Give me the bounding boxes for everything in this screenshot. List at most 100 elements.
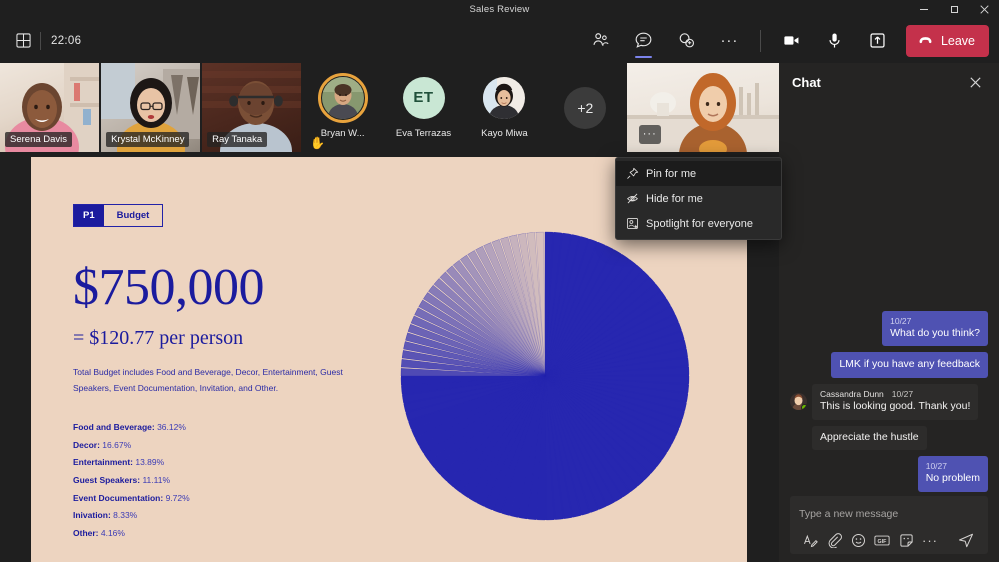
- chat-title: Chat: [792, 74, 821, 90]
- context-menu-item-label: Pin for me: [646, 167, 697, 180]
- video-tile-krystal-mckinney[interactable]: Krystal McKinney: [101, 63, 201, 152]
- context-menu-item-pin-for-me[interactable]: Pin for me: [616, 161, 781, 186]
- slide-description: Total Budget includes Food and Beverage,…: [73, 367, 343, 393]
- pin-icon: [626, 167, 646, 180]
- chat-message-outgoing[interactable]: LMK if you have any feedback: [831, 352, 988, 379]
- participant-tile-bryan-w[interactable]: ✋ Bryan W...: [303, 63, 383, 152]
- maximize-button[interactable]: [939, 0, 969, 18]
- format-icon[interactable]: [799, 530, 821, 550]
- overflow-participants-tile[interactable]: +2: [546, 63, 625, 152]
- share-screen-icon: [870, 33, 885, 48]
- chat-compose-box[interactable]: GIF ···: [790, 496, 988, 554]
- share-screen-button[interactable]: [861, 24, 894, 57]
- message-text: What do you think?: [890, 326, 980, 339]
- chat-button[interactable]: [627, 24, 660, 58]
- raised-hand-icon: ✋: [310, 136, 326, 150]
- overflow-count[interactable]: +2: [564, 86, 607, 129]
- paperclip-glyph: [828, 532, 842, 548]
- grid-icon: [15, 33, 31, 48]
- teams-meeting-window: Sales Review 22:06 ··· Leave Serena Davi…: [0, 0, 999, 562]
- chat-compose-tools: GIF ···: [799, 530, 979, 550]
- chat-message-input[interactable]: [799, 508, 979, 520]
- gif-icon[interactable]: GIF: [871, 530, 893, 550]
- emoji-icon[interactable]: [847, 530, 869, 550]
- chat-icon: [635, 32, 652, 48]
- chat-message-incoming[interactable]: Appreciate the hustle: [790, 425, 927, 451]
- minimize-button[interactable]: [909, 0, 939, 18]
- send-button[interactable]: [955, 530, 977, 550]
- legend-item-label: Other:: [73, 528, 99, 539]
- legend-item-value: 9.72%: [163, 492, 190, 503]
- legend-item-value: 13.89%: [132, 457, 165, 468]
- legend-item: Entertainment: 13.89%: [73, 454, 190, 472]
- attach-icon[interactable]: [823, 530, 845, 550]
- avatar-photo: [483, 76, 526, 119]
- participant-name-label: Kayo Miwa: [481, 127, 528, 139]
- chat-message-incoming[interactable]: Cassandra Dunn 10/27 This is looking good.…: [790, 384, 979, 420]
- message-timestamp: 10/27: [890, 315, 912, 326]
- gallery-layout-button[interactable]: [10, 28, 36, 54]
- pin-icon: [627, 167, 639, 179]
- presence-available-icon: [801, 404, 807, 411]
- camera-button[interactable]: [775, 24, 808, 57]
- context-menu-item-label: Hide for me: [646, 192, 703, 205]
- slide-page-badge: P1: [74, 205, 104, 226]
- svg-text:GIF: GIF: [878, 539, 888, 545]
- participants-button[interactable]: [584, 24, 617, 57]
- legend-item-label: Guest Speakers:: [73, 475, 141, 486]
- legend-item: Other: 4.16%: [73, 525, 190, 543]
- legend-item-label: Event Documentation:: [73, 492, 164, 503]
- legend-item-value: 8.33%: [110, 510, 138, 521]
- chat-panel: Chat 10/27 What do you think? LMK if you h…: [779, 63, 999, 562]
- legend-item: Food and Beverage: 36.12%: [73, 419, 190, 437]
- video-tile-ray-tanaka[interactable]: Ray Tanaka: [202, 63, 302, 152]
- title-bar: Sales Review: [0, 0, 999, 18]
- context-menu-item-spotlight-for-everyone[interactable]: Spotlight for everyone: [616, 211, 781, 236]
- tile-more-options-button[interactable]: ···: [638, 125, 661, 144]
- spotlight-icon: [627, 218, 638, 229]
- video-tile-active-speaker[interactable]: ···: [626, 63, 780, 152]
- leave-button-label: Leave: [940, 33, 975, 48]
- emoji-glyph: [851, 533, 865, 547]
- hangup-icon: [919, 37, 932, 44]
- message-sender: Cassandra Dunn: [820, 389, 884, 400]
- reactions-button[interactable]: [670, 24, 703, 57]
- chat-message-outgoing[interactable]: 10/27 No problem: [917, 456, 988, 492]
- message-text: Appreciate the hustle: [820, 430, 919, 443]
- context-menu-item-label: Spotlight for everyone: [646, 217, 754, 230]
- avatar: [483, 76, 526, 119]
- chat-message-list: 10/27 What do you think? LMK if you have a…: [779, 101, 999, 496]
- participant-name-label: Ray Tanaka: [207, 132, 268, 147]
- participant-tile-kayo-miwa[interactable]: Kayo Miwa: [464, 63, 544, 152]
- legend-item: Decor: 16.67%: [73, 437, 190, 455]
- sticker-glyph: [899, 533, 913, 547]
- participant-name-label: Eva Terrazas: [395, 127, 452, 139]
- message-text: LMK if you have any feedback: [839, 358, 980, 371]
- maximize-icon: [950, 5, 958, 13]
- sticker-icon[interactable]: [895, 530, 917, 550]
- microphone-button[interactable]: [818, 24, 851, 57]
- legend-item-label: Entertainment:: [73, 457, 133, 468]
- participant-tile-eva-terrazas[interactable]: ET Eva Terrazas: [384, 63, 463, 152]
- slide-badge: P1 Budget: [73, 204, 164, 227]
- chat-close-button[interactable]: [964, 71, 986, 93]
- send-icon: [959, 533, 973, 548]
- more-actions-button[interactable]: ···: [713, 24, 746, 57]
- tile-more-options-icon: ···: [642, 128, 657, 140]
- legend-item: Guest Speakers: 11.11%: [73, 472, 190, 490]
- context-menu-item-hide-for-me[interactable]: Hide for me: [616, 186, 781, 211]
- close-button[interactable]: [969, 0, 999, 18]
- more-glyph: ···: [922, 532, 938, 548]
- more-icon[interactable]: ···: [919, 530, 941, 550]
- pie-chart-svg: [400, 231, 690, 521]
- video-tile-serena-davis[interactable]: Serena Davis: [0, 63, 100, 152]
- legend-item-value: 4.16%: [98, 528, 125, 539]
- chat-message-outgoing[interactable]: 10/27 What do you think?: [882, 310, 988, 347]
- window-title: Sales Review: [469, 3, 530, 15]
- message-timestamp: 10/27: [891, 389, 914, 400]
- eye-off-icon: [626, 192, 646, 205]
- toolbar-divider: [40, 31, 41, 50]
- avatar: [317, 72, 368, 123]
- leave-button[interactable]: Leave: [905, 24, 989, 57]
- meeting-toolbar-actions: ··· Leave: [579, 24, 999, 58]
